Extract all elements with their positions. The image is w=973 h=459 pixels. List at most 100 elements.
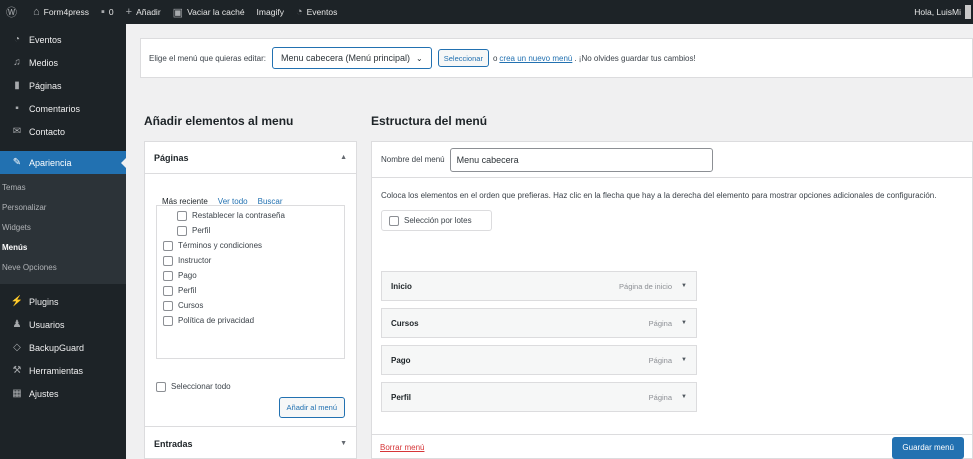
delete-menu-link[interactable]: Borrar menú: [380, 443, 424, 452]
checkbox[interactable]: [163, 285, 173, 296]
page-label: Pago: [178, 271, 197, 280]
site-name: Form4press: [43, 7, 89, 17]
menu-item-title: Pago: [391, 355, 411, 365]
comments-link[interactable]: ▪ 0: [95, 0, 120, 24]
posts-section-header[interactable]: Entradas ▼: [145, 426, 356, 459]
sidebar-item-comentarios[interactable]: ▪ Comentarios: [0, 97, 126, 120]
page-label: Perfil: [192, 226, 211, 235]
paintbrush-icon: ✎: [12, 157, 22, 168]
shield-icon: ◇: [13, 342, 21, 353]
new-label: Añadir: [136, 7, 161, 17]
pages-section-header[interactable]: Páginas ▲: [145, 142, 356, 174]
settings-icon: ▦: [12, 388, 22, 399]
imagify-link[interactable]: Imagify: [251, 0, 290, 24]
list-item[interactable]: Perfil: [163, 283, 344, 298]
plugin-icon: ⚡: [10, 296, 24, 307]
home-icon: ⌂: [33, 6, 40, 18]
menu-name-row: Nombre del menú Menu cabecera: [372, 142, 972, 178]
submenu-neve-opciones[interactable]: Neve Opciones: [0, 258, 126, 278]
menu-item-title: Cursos: [391, 318, 419, 328]
caret-down-icon[interactable]: ▼: [681, 394, 687, 400]
sidebar-item-label: BackupGuard: [29, 342, 85, 353]
select-all-row[interactable]: Seleccionar todo: [156, 379, 345, 394]
list-item[interactable]: Restablecer la contraseña: [163, 208, 344, 223]
menu-structure-panel: Nombre del menú Menu cabecera Coloca los…: [371, 141, 973, 459]
list-item[interactable]: Términos y condiciones: [163, 238, 344, 253]
pages-checklist: Restablecer la contraseña Perfil Término…: [156, 205, 345, 359]
checkbox[interactable]: [163, 300, 173, 311]
select-menu-button[interactable]: Seleccionar: [437, 49, 489, 67]
checkbox[interactable]: [163, 315, 173, 326]
list-item[interactable]: Política de privacidad: [163, 313, 344, 328]
sidebar-item-paginas[interactable]: ▮ Páginas: [0, 74, 126, 97]
list-item[interactable]: Instructor: [163, 253, 344, 268]
menu-item-type: Página: [648, 318, 672, 328]
menu-item-title: Perfil: [391, 392, 412, 402]
caret-down-icon[interactable]: ▼: [681, 320, 687, 326]
menu-item-cursos[interactable]: Cursos Página ▼: [381, 308, 697, 338]
events-link[interactable]: ◔ Eventos: [290, 0, 343, 24]
checkbox[interactable]: [163, 270, 173, 281]
caret-down-icon[interactable]: ▼: [681, 283, 687, 289]
sidebar-item-label: Eventos: [29, 34, 62, 45]
checkbox[interactable]: [177, 225, 187, 236]
sidebar-item-backupguard[interactable]: ◇ BackupGuard: [0, 336, 126, 359]
sidebar-item-usuarios[interactable]: ♟ Usuarios: [0, 313, 126, 336]
checkbox[interactable]: [163, 240, 173, 251]
caret-down-icon: ▼: [340, 440, 347, 447]
checkbox[interactable]: [177, 210, 187, 221]
calendar-icon: ◔: [13, 34, 21, 45]
sidebar-item-medios[interactable]: ♫ Medios: [0, 51, 126, 74]
add-button-wrap: Añadir al menú: [156, 397, 345, 418]
save-menu-button[interactable]: Guardar menú: [892, 436, 964, 459]
page-label: Restablecer la contraseña: [192, 211, 285, 220]
greeting: Hola, LuisMi: [914, 7, 961, 17]
selected-menu: Menu cabecera (Menú principal): [280, 53, 411, 63]
add-to-menu-button[interactable]: Añadir al menú: [278, 397, 345, 418]
menu-footer: Borrar menú Guardar menú: [372, 434, 972, 459]
sidebar-item-contacto[interactable]: ✉ Contacto: [0, 120, 126, 143]
menu-item-pago[interactable]: Pago Página ▼: [381, 345, 697, 375]
sidebar-item-eventos[interactable]: ◔ Eventos: [0, 28, 126, 51]
tab-ver-todo[interactable]: Ver todo: [218, 197, 248, 206]
submenu-temas[interactable]: Temas: [0, 178, 126, 198]
plus-icon: +: [125, 6, 133, 18]
menu-item-inicio[interactable]: Inicio Página de inicio ▼: [381, 271, 697, 301]
list-item[interactable]: Pago: [163, 268, 344, 283]
menu-item-perfil[interactable]: Perfil Página ▼: [381, 382, 697, 412]
menu-name-label: Nombre del menú: [381, 155, 445, 164]
tab-buscar[interactable]: Buscar: [258, 197, 283, 206]
sidebar-item-plugins[interactable]: ⚡ Plugins: [0, 290, 126, 313]
media-icon: ♫: [13, 57, 21, 68]
caret-down-icon[interactable]: ▼: [681, 357, 687, 363]
save-reminder: . ¡No olvides guardar tus cambios!: [574, 53, 696, 63]
menu-name-input[interactable]: Menu cabecera: [449, 147, 713, 172]
menu-structure-heading: Estructura del menú: [371, 114, 488, 128]
appearance-submenu: Temas Personalizar Widgets Menús Neve Op…: [0, 174, 126, 284]
select-all-checkbox[interactable]: [156, 381, 166, 392]
create-menu-link[interactable]: crea un nuevo menú: [499, 54, 572, 63]
checkbox[interactable]: [163, 255, 173, 266]
sidebar-item-label: Páginas: [29, 80, 62, 91]
page-label: Cursos: [178, 301, 204, 310]
submenu-menus[interactable]: Menús: [0, 238, 126, 258]
list-item[interactable]: Perfil: [163, 223, 344, 238]
new-content-link[interactable]: + Añadir: [120, 0, 167, 24]
list-item[interactable]: Cursos: [163, 298, 344, 313]
bulk-select-checkbox[interactable]: [389, 215, 399, 226]
menu-item-title: Inicio: [391, 281, 412, 291]
tab-mas-reciente[interactable]: Más reciente: [162, 197, 208, 206]
submenu-personalizar[interactable]: Personalizar: [0, 198, 126, 218]
site-name-link[interactable]: ⌂ Form4press: [27, 0, 95, 24]
sidebar-item-ajustes[interactable]: ▦ Ajustes: [0, 382, 126, 405]
select-prompt: Elige el menú que quieras editar:: [149, 53, 266, 63]
wordpress-logo[interactable]: Ⓦ: [0, 0, 27, 24]
menu-select-dropdown[interactable]: Menu cabecera (Menú principal) ⌄: [271, 47, 432, 69]
sidebar-item-apariencia[interactable]: ✎ Apariencia: [0, 151, 127, 174]
sidebar-item-herramientas[interactable]: ⚒ Herramientas: [0, 359, 126, 382]
bulk-select-button[interactable]: Selección por lotes: [381, 210, 492, 231]
page-label: Instructor: [178, 256, 212, 265]
submenu-widgets[interactable]: Widgets: [0, 218, 126, 238]
account-menu[interactable]: Hola, LuisMi: [908, 0, 973, 24]
purge-cache-link[interactable]: ▣ Vaciar la caché: [167, 0, 251, 24]
